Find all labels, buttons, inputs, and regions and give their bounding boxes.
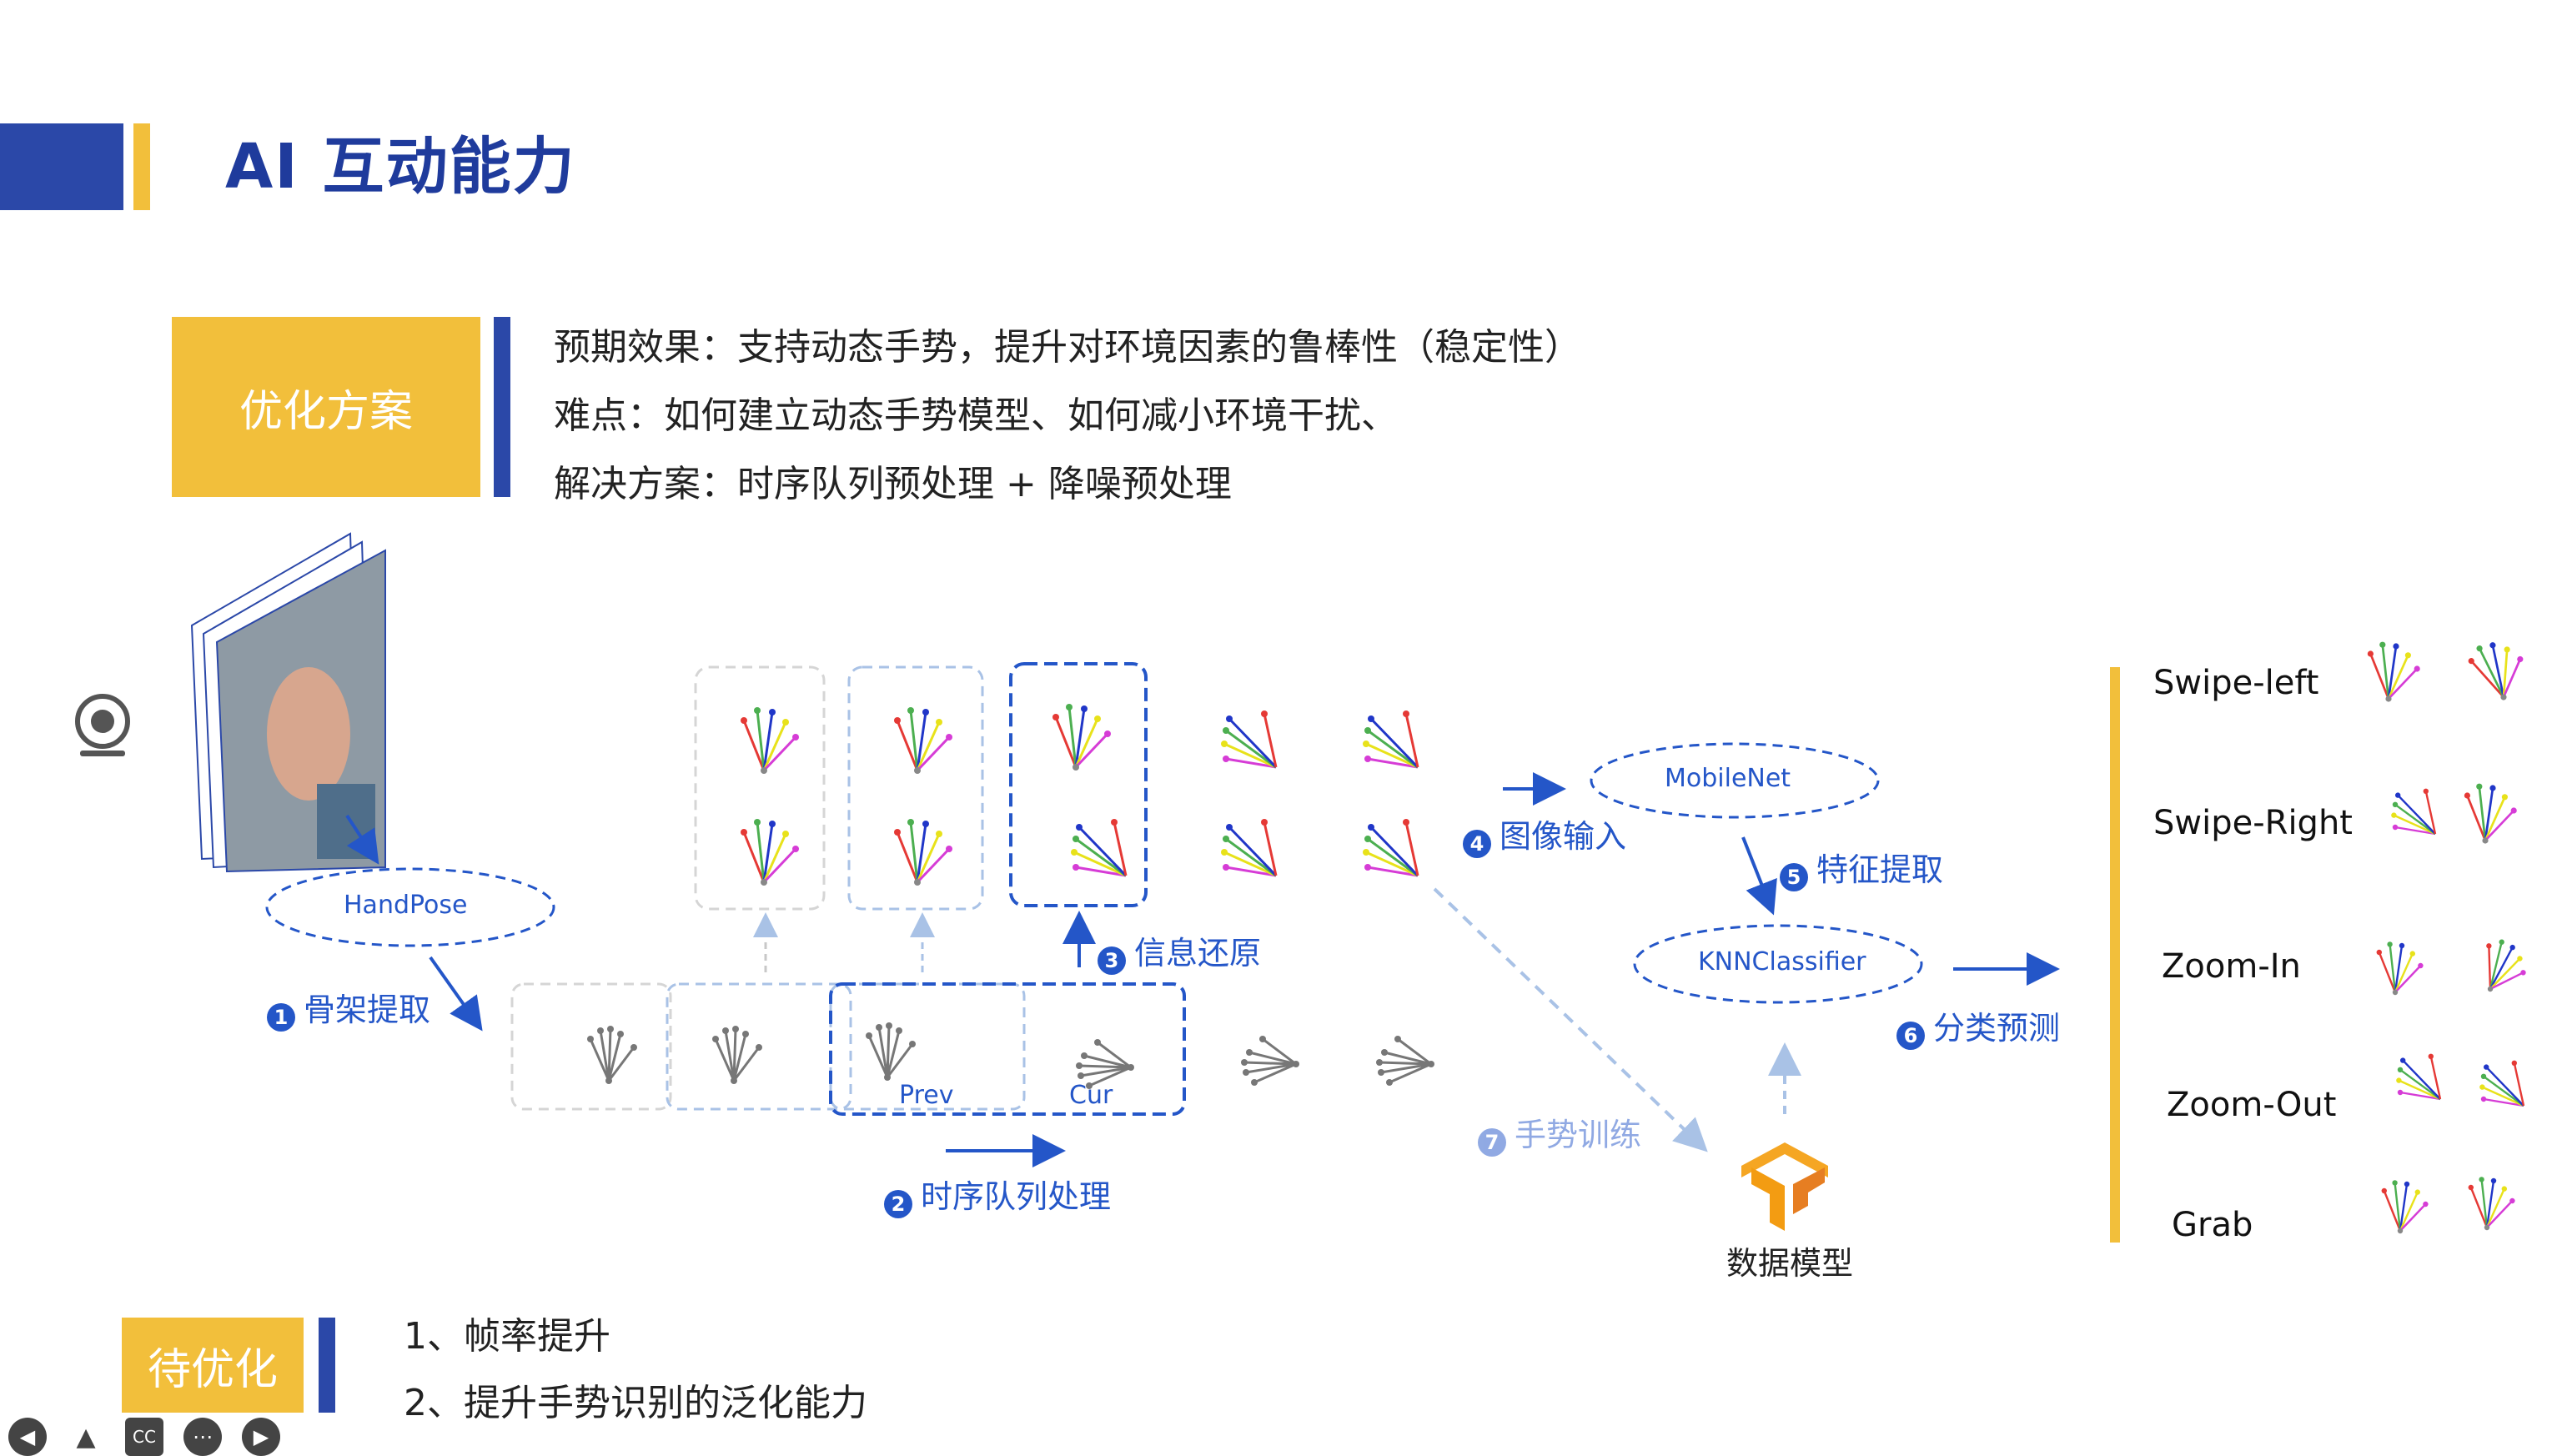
gesture-zoom-in: Zoom-In: [2162, 947, 2301, 986]
gesture-swipe-right: Swipe-Right: [2153, 804, 2353, 842]
todo-divider: [319, 1318, 335, 1413]
todo-badge: 待优化: [122, 1318, 304, 1413]
prev-label: Prev: [899, 1081, 954, 1110]
cc-icon[interactable]: CC: [125, 1418, 163, 1456]
step-6: 6 分类预测: [1896, 1002, 2060, 1050]
gesture-grab: Grab: [2172, 1206, 2253, 1244]
handpose-label: HandPose: [344, 891, 468, 920]
gesture-swipe-left: Swipe-left: [2153, 664, 2319, 702]
input-photo-stack: [190, 532, 386, 873]
step-3: 3 信息还原: [1098, 927, 1261, 975]
step-5: 5 特征提取: [1780, 844, 1943, 891]
prev-icon[interactable]: ◀: [8, 1418, 47, 1456]
next-icon[interactable]: ▶: [242, 1418, 280, 1456]
model-icon: [1741, 1142, 1828, 1231]
gesture-zoom-out: Zoom-Out: [2167, 1086, 2337, 1124]
todo-item-1: 1、帧率提升: [404, 1315, 610, 1358]
knnclassifier-label: KNNClassifier: [1698, 947, 1866, 977]
step-4: 4 图像输入: [1463, 811, 1626, 858]
more-icon[interactable]: ⋯: [183, 1418, 222, 1456]
data-model-label: 数据模型: [1726, 1245, 1854, 1282]
mobilenet-label: MobileNet: [1665, 764, 1791, 793]
step-2: 2 时序队列处理: [884, 1171, 1111, 1218]
step-1: 1 骨架提取: [267, 984, 430, 1032]
todo-item-2: 2、提升手势识别的泛化能力: [404, 1382, 867, 1424]
step-7: 7 手势训练: [1478, 1109, 1641, 1157]
cur-label: Cur: [1069, 1081, 1113, 1110]
pointer-icon[interactable]: ▲: [67, 1418, 105, 1456]
